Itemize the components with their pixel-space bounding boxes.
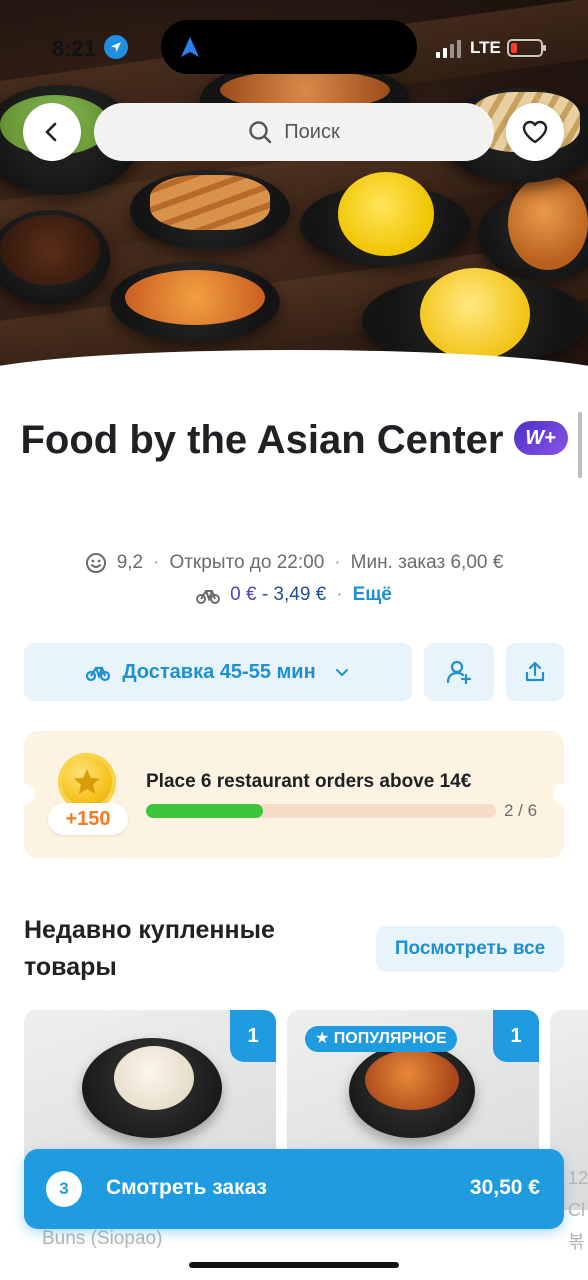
network-type: LTE [470, 38, 501, 57]
partial-card-text: Cl [568, 1200, 585, 1220]
challenge-title: Place 6 restaurant orders above 14€ [146, 771, 472, 792]
home-indicator[interactable] [189, 1262, 399, 1268]
bike-icon [196, 590, 221, 604]
bike-icon [86, 666, 111, 682]
location-arrow-icon [104, 35, 128, 59]
popular-badge: ★ ПОПУЛЯРНОЕ [305, 1026, 457, 1052]
min-order: Мин. заказ 6,00 € [350, 552, 504, 573]
view-order-button[interactable]: 3 Смотреть заказ 30,50 € [24, 1149, 564, 1229]
smiley-rating-icon [85, 553, 106, 573]
see-all-button[interactable]: Посмотреть все [376, 926, 564, 972]
delivery-time-label: Доставка 45-55 мин [122, 660, 316, 683]
favorite-button[interactable] [506, 103, 564, 161]
restaurant-title: Food by the Asian Center W+ [0, 412, 588, 468]
back-button[interactable] [23, 103, 81, 161]
separator-dot: · [336, 584, 343, 605]
quantity-badge: 1 [230, 1010, 276, 1062]
rating-value: 9,2 [116, 552, 144, 573]
group-order-button[interactable] [424, 643, 494, 701]
delivery-time-selector[interactable]: Доставка 45-55 мин [24, 643, 412, 701]
reward-points: +150 [48, 803, 128, 835]
more-info-link[interactable]: Ещё [353, 584, 392, 606]
delivery-fee-row: 0 € - 3,49 € · Ещё [0, 584, 588, 606]
star-icon [74, 769, 100, 794]
delivery-fee-plus: 0 € [230, 584, 257, 605]
quantity-badge: 1 [493, 1010, 539, 1062]
popular-badge-label: ПОПУЛЯРНОЕ [333, 1030, 447, 1047]
search-input[interactable]: Поиск [94, 103, 494, 161]
cart-count-badge: 3 [46, 1171, 82, 1207]
separator-dot: · [334, 552, 341, 573]
challenge-progress-count: 2 / 6 [504, 801, 538, 820]
navigation-arrow-icon [181, 37, 199, 57]
status-time: 8:21 [52, 36, 97, 61]
open-hours: Открыто до 22:00 [169, 552, 325, 573]
restaurant-name: Food by the Asian Center [20, 418, 504, 462]
search-icon [249, 121, 272, 144]
order-total: 30,50 € [469, 1176, 540, 1199]
challenge-progress-fill [146, 804, 263, 818]
bun-image [114, 1046, 194, 1110]
heart-icon [522, 120, 548, 144]
product-name: Buns (Siopao) [42, 1228, 163, 1249]
add-user-icon [446, 660, 472, 685]
section-title: Недавно купленные товары [24, 916, 275, 981]
delivery-fee-range: - 3,49 € [261, 584, 327, 605]
battery-icon [507, 39, 546, 57]
share-icon [525, 661, 545, 682]
partial-card-text: 볶 [568, 1232, 585, 1252]
signal-icon [436, 40, 461, 58]
share-button[interactable] [506, 643, 564, 701]
challenge-progress-bar [146, 804, 496, 818]
partial-card-text: 12 [568, 1168, 588, 1188]
dynamic-island [161, 20, 417, 74]
wolt-plus-badge[interactable]: W+ [513, 421, 568, 456]
chevron-down-icon [335, 669, 348, 676]
search-placeholder: Поиск [284, 120, 340, 143]
loyalty-challenge-card[interactable]: +150 Place 6 restaurant orders above 14€… [13, 731, 575, 858]
chevron-left-icon [45, 122, 57, 142]
separator-dot: · [153, 552, 160, 573]
chicken-dish-image [365, 1050, 459, 1110]
status-bar: 8:21 LTE [0, 0, 588, 96]
restaurant-meta: 9,2 · Открыто до 22:00 · Мин. заказ 6,00… [0, 552, 588, 574]
view-order-label: Смотреть заказ [106, 1176, 267, 1199]
